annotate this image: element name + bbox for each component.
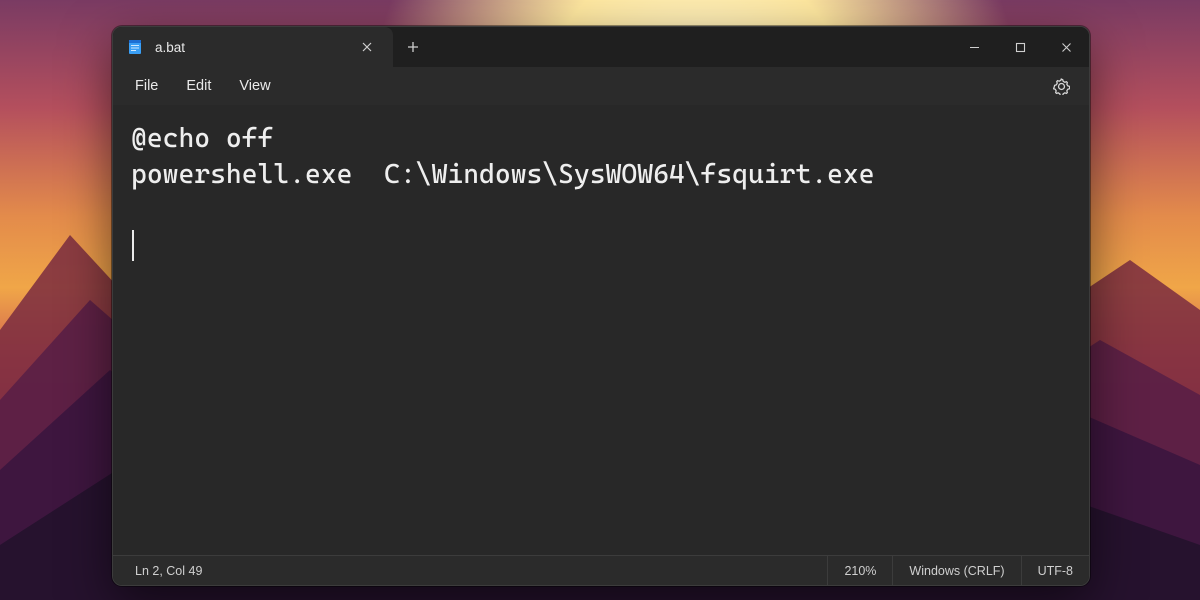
- minimize-button[interactable]: [951, 27, 997, 67]
- title-bar[interactable]: a.bat: [113, 27, 1089, 67]
- text-cursor: [132, 230, 134, 261]
- window-controls: [951, 27, 1089, 67]
- menu-edit[interactable]: Edit: [172, 72, 225, 100]
- status-cursor-position[interactable]: Ln 2, Col 49: [113, 556, 218, 585]
- status-encoding[interactable]: UTF-8: [1021, 556, 1089, 585]
- status-line-endings[interactable]: Windows (CRLF): [892, 556, 1020, 585]
- menu-view[interactable]: View: [225, 72, 284, 100]
- document-tab[interactable]: a.bat: [113, 27, 393, 67]
- status-bar: Ln 2, Col 49 210% Windows (CRLF) UTF-8: [113, 555, 1089, 585]
- maximize-button[interactable]: [997, 27, 1043, 67]
- settings-button[interactable]: [1045, 70, 1077, 102]
- titlebar-drag-region[interactable]: [433, 27, 951, 67]
- editor-line: powershell.exe C:\Windows\SysWOW64\fsqui…: [131, 159, 875, 190]
- tab-close-button[interactable]: [355, 35, 379, 59]
- gear-icon: [1053, 78, 1070, 95]
- tab-title: a.bat: [155, 40, 343, 55]
- status-zoom[interactable]: 210%: [827, 556, 892, 585]
- notepad-window: a.bat File: [112, 26, 1090, 586]
- editor-line: @echo off: [131, 123, 273, 154]
- text-editor[interactable]: @echo off powershell.exe C:\Windows\SysW…: [113, 105, 1089, 555]
- window-close-button[interactable]: [1043, 27, 1089, 67]
- desktop-wallpaper: a.bat File: [0, 0, 1200, 600]
- menu-file[interactable]: File: [121, 72, 172, 100]
- new-tab-button[interactable]: [393, 27, 433, 67]
- menu-bar: File Edit View: [113, 67, 1089, 105]
- notepad-icon: [127, 39, 143, 55]
